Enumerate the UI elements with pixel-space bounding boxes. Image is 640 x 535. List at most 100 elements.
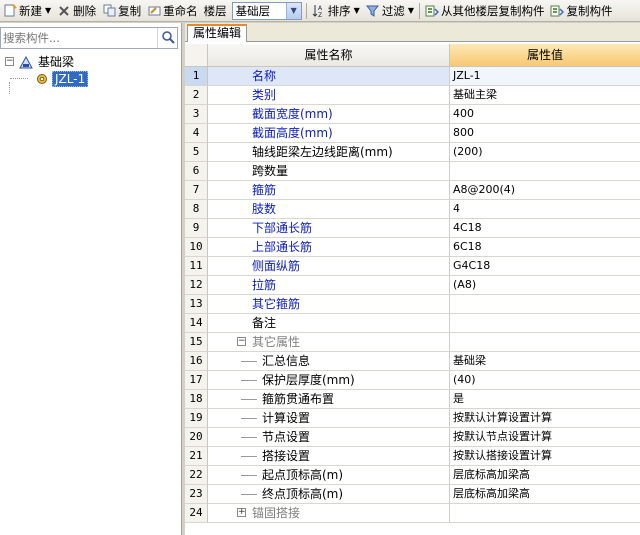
grid-body: 1 名称 JZL-1 2 类别 基础主梁 3 截面宽度(mm) 400 4 截面高度(mm) 800 5… (185, 67, 640, 523)
property-name: 其它箍筋 (252, 297, 301, 311)
expand-icon[interactable]: + (237, 508, 246, 517)
floor-select[interactable]: 基础层 ▼ (231, 1, 302, 20)
tree-item-jzl-1[interactable]: JZL-1 (0, 70, 182, 94)
table-row[interactable]: 19 计算设置 按默认计算设置计算 (185, 409, 640, 428)
tab-property-edit[interactable]: 属性编辑 (187, 24, 248, 42)
property-value-cell[interactable]: (40) (450, 371, 640, 390)
column-header-value[interactable]: 属性值 (450, 44, 640, 67)
property-value-cell[interactable] (450, 314, 640, 333)
property-name: 起点顶标高(m) (262, 468, 344, 482)
table-row[interactable]: 3 截面宽度(mm) 400 (185, 105, 640, 124)
copy-from-floor-button[interactable]: 从其他楼层复制构件 (422, 1, 548, 21)
floor-value: 基础层 (235, 3, 271, 18)
property-value-cell[interactable]: 是 (450, 390, 640, 409)
row-number: 22 (185, 466, 208, 485)
property-value-cell[interactable]: 基础主梁 (450, 86, 640, 105)
property-value-cell[interactable]: JZL-1 (450, 67, 640, 86)
table-row[interactable]: 23 终点顶标高(m) 层底标高加梁高 (185, 485, 640, 504)
row-number: 21 (185, 447, 208, 466)
new-button[interactable]: 新建 ▼ (0, 1, 54, 21)
filter-button[interactable]: 过滤 ▼ (363, 1, 417, 21)
property-name-cell: 箍筋贯通布置 (208, 390, 450, 409)
table-row[interactable]: 4 截面高度(mm) 800 (185, 124, 640, 143)
chevron-down-icon[interactable]: ▼ (285, 2, 301, 19)
table-row[interactable]: 17 保护层厚度(mm) (40) (185, 371, 640, 390)
property-value-cell[interactable] (450, 504, 640, 523)
chevron-down-icon: ▼ (45, 6, 52, 15)
property-value-cell[interactable]: (200) (450, 143, 640, 162)
copy-floor-icon (425, 4, 439, 18)
table-row[interactable]: 15− 其它属性 (185, 333, 640, 352)
sort-button[interactable]: AZ 排序 ▼ (309, 1, 363, 21)
row-number: 2 (185, 86, 208, 105)
table-row[interactable]: 24 + 锚固搭接 (185, 504, 640, 523)
table-row[interactable]: 10 上部通长筋 6C18 (185, 238, 640, 257)
row-number: 24 (185, 504, 208, 523)
property-value-cell[interactable]: 4C18 (450, 219, 640, 238)
property-name: 侧面纵筋 (252, 259, 301, 273)
property-name-cell: 名称 (208, 67, 450, 86)
copy-to-button[interactable]: 复制构件 (547, 1, 615, 21)
property-value-cell[interactable] (450, 162, 640, 181)
table-row[interactable]: 11 侧面纵筋 G4C18 (185, 257, 640, 276)
delete-button[interactable]: 删除 (54, 1, 99, 21)
property-value-cell[interactable]: 400 (450, 105, 640, 124)
row-number: 8 (185, 200, 208, 219)
tree-connector (10, 78, 28, 79)
table-row[interactable]: 8 肢数 4 (185, 200, 640, 219)
table-row[interactable]: 13 其它箍筋 (185, 295, 640, 314)
property-name-cell: 跨数量 (208, 162, 450, 181)
search-button[interactable] (157, 28, 177, 48)
property-value-cell[interactable]: 4 (450, 200, 640, 219)
property-value-cell[interactable]: 按默认计算设置计算 (450, 409, 640, 428)
rename-icon (147, 4, 161, 18)
table-row[interactable]: 2 类别 基础主梁 (185, 86, 640, 105)
table-row[interactable]: 18 箍筋贯通布置 是 (185, 390, 640, 409)
table-row[interactable]: 5 轴线距梁左边线距离(mm) (200) (185, 143, 640, 162)
property-value-cell[interactable]: 800 (450, 124, 640, 143)
property-value-cell[interactable] (450, 333, 640, 352)
property-value-cell[interactable]: 6C18 (450, 238, 640, 257)
property-value-cell[interactable] (450, 295, 640, 314)
table-row[interactable]: 1 名称 JZL-1 (185, 67, 640, 86)
collapse-icon[interactable]: − (237, 337, 246, 346)
filter-icon (366, 4, 380, 18)
copy-button[interactable]: 复制 (99, 1, 144, 21)
tree-connector (241, 418, 257, 419)
row-number: 4 (185, 124, 208, 143)
row-number: 1 (185, 67, 208, 86)
property-value-cell[interactable]: 基础梁 (450, 352, 640, 371)
rename-button[interactable]: 重命名 (144, 1, 201, 21)
row-number: 5 (185, 143, 208, 162)
table-row[interactable]: 12 拉筋 (A8) (185, 276, 640, 295)
property-value-cell[interactable]: 层底标高加梁高 (450, 466, 640, 485)
property-name: 拉筋 (252, 278, 277, 292)
property-value-cell[interactable]: A8@200(4) (450, 181, 640, 200)
property-name-cell: 搭接设置 (208, 447, 450, 466)
tree-connector (241, 380, 257, 381)
table-row[interactable]: 6 跨数量 (185, 162, 640, 181)
table-row[interactable]: 22 起点顶标高(m) 层底标高加梁高 (185, 466, 640, 485)
table-row[interactable]: 16 汇总信息 基础梁 (185, 352, 640, 371)
table-row[interactable]: 7 箍筋 A8@200(4) (185, 181, 640, 200)
row-number: 23 (185, 485, 208, 504)
property-name-cell: 终点顶标高(m) (208, 485, 450, 504)
tree-item-foundation-beam[interactable]: − 基础梁 (0, 53, 182, 70)
table-row[interactable]: 9 下部通长筋 4C18 (185, 219, 640, 238)
table-row[interactable]: 14 备注 (185, 314, 640, 333)
row-number: 19 (185, 409, 208, 428)
property-name-cell: 其它箍筋 (208, 295, 450, 314)
property-value-cell[interactable]: (A8) (450, 276, 640, 295)
table-row[interactable]: 21 搭接设置 按默认搭接设置计算 (185, 447, 640, 466)
property-name-cell: − 其它属性 (208, 333, 450, 352)
property-value-cell[interactable]: 层底标高加梁高 (450, 485, 640, 504)
property-value-cell[interactable]: G4C18 (450, 257, 640, 276)
column-header-name[interactable]: 属性名称 (208, 44, 450, 67)
search-input[interactable] (1, 28, 151, 48)
filter-label: 过滤 (381, 3, 405, 18)
collapse-icon[interactable]: − (5, 57, 14, 66)
property-grid: 属性名称 属性值 1 名称 JZL-1 2 类别 基础主梁 3 截面宽度(mm) 400 4 截面高… (185, 44, 640, 523)
property-value-cell[interactable]: 按默认节点设置计算 (450, 428, 640, 447)
table-row[interactable]: 20 节点设置 按默认节点设置计算 (185, 428, 640, 447)
property-value-cell[interactable]: 按默认搭接设置计算 (450, 447, 640, 466)
